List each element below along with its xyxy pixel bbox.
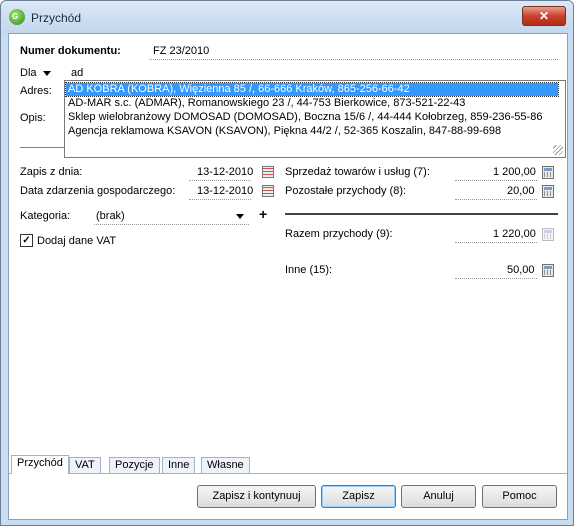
- help-button[interactable]: Pomoc: [482, 485, 557, 508]
- address-label: Adres:: [20, 85, 52, 97]
- entry-date-label: Zapis z dnia:: [20, 166, 83, 178]
- total-income-value: 1 220,00: [493, 228, 536, 240]
- autocomplete-item[interactable]: Sklep wielobranżowy DOMOSAD (DOMOSAD), B…: [66, 111, 558, 124]
- tab-strip: Przychód VAT Pozycje Inne Własne: [9, 455, 567, 474]
- document-number-label: Numer dokumentu:: [20, 45, 121, 57]
- chevron-down-icon: [42, 70, 51, 76]
- tab-inne[interactable]: Inne: [162, 457, 196, 473]
- recipient-autocomplete-list[interactable]: AD KOBRA (KOBRA), Więzienna 85 /, 66-666…: [64, 80, 566, 158]
- recipient-input[interactable]: ad: [71, 67, 83, 79]
- sum-divider: [285, 213, 558, 215]
- calculator-icon[interactable]: [542, 264, 554, 277]
- document-number-underline: [149, 59, 558, 60]
- calendar-icon[interactable]: [262, 166, 274, 178]
- sales-value[interactable]: 1 200,00: [493, 166, 536, 178]
- tab-przychod[interactable]: Przychód: [11, 455, 69, 474]
- total-income-underline: [455, 242, 537, 243]
- dialog-client-area: Numer dokumentu: FZ 23/2010 Dla ad Adres…: [8, 33, 568, 520]
- event-date-field[interactable]: 13-12-2010: [197, 185, 253, 197]
- chevron-down-icon[interactable]: [236, 214, 244, 219]
- vat-checkbox[interactable]: ✓: [20, 234, 33, 247]
- other-value[interactable]: 50,00: [507, 264, 535, 276]
- autocomplete-item[interactable]: AD-MAR s.c. (ADMAR), Romanowskiego 23 /,…: [66, 97, 558, 110]
- calendar-icon[interactable]: [262, 185, 274, 197]
- total-income-label: Razem przychody (9):: [285, 228, 393, 240]
- sales-label: Sprzedaż towarów i usług (7):: [285, 166, 430, 178]
- save-and-continue-button[interactable]: Zapisz i kontynuuj: [197, 485, 316, 508]
- recipient-dropdown-label[interactable]: Dla: [20, 67, 51, 79]
- event-date-label: Data zdarzenia gospodarczego:: [20, 185, 176, 197]
- recipient-label: Dla: [20, 67, 37, 79]
- entry-date-underline: [189, 180, 251, 181]
- dialog-window: G Przychód ✕ Numer dokumentu: FZ 23/2010…: [0, 0, 574, 526]
- sales-underline: [455, 180, 537, 181]
- save-button[interactable]: Zapisz: [321, 485, 396, 508]
- category-underline: [94, 224, 249, 225]
- app-logo-icon: G: [9, 9, 25, 25]
- other-income-label: Pozostałe przychody (8):: [285, 185, 407, 197]
- vat-checkbox-label: Dodaj dane VAT: [37, 235, 117, 247]
- event-date-underline: [189, 199, 251, 200]
- calculator-icon: [542, 228, 554, 241]
- other-underline: [455, 278, 537, 279]
- tab-wlasne[interactable]: Własne: [201, 457, 250, 473]
- category-select[interactable]: (brak): [96, 210, 125, 222]
- tab-vat[interactable]: VAT: [69, 457, 101, 473]
- document-number-field[interactable]: FZ 23/2010: [153, 45, 209, 57]
- description-label: Opis:: [20, 112, 46, 124]
- cancel-button[interactable]: Anuluj: [401, 485, 476, 508]
- other-label: Inne (15):: [285, 264, 333, 276]
- calculator-icon[interactable]: [542, 185, 554, 198]
- autocomplete-item[interactable]: Agencja reklamowa KSAVON (KSAVON), Piękn…: [66, 125, 558, 138]
- other-income-underline: [455, 199, 537, 200]
- title-bar[interactable]: G Przychód ✕: [1, 1, 573, 33]
- resize-grip-icon[interactable]: [553, 145, 563, 155]
- tab-pozycje[interactable]: Pozycje: [109, 457, 160, 473]
- section-divider-left: [20, 147, 65, 148]
- add-category-button[interactable]: +: [259, 206, 267, 222]
- autocomplete-item[interactable]: AD KOBRA (KOBRA), Więzienna 85 /, 66-666…: [65, 82, 559, 97]
- entry-date-field[interactable]: 13-12-2010: [197, 166, 253, 178]
- calculator-icon[interactable]: [542, 166, 554, 179]
- category-label: Kategoria:: [20, 210, 71, 222]
- other-income-value[interactable]: 20,00: [507, 185, 535, 197]
- window-title: Przychód: [31, 11, 82, 25]
- close-button[interactable]: ✕: [522, 6, 566, 26]
